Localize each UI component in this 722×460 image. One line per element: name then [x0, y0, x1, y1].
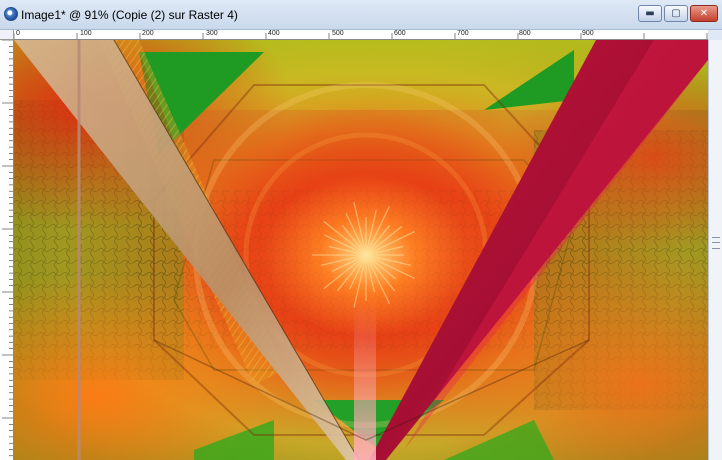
ruler-label-0: 0: [16, 30, 20, 37]
ruler-label-400: 400: [268, 30, 280, 37]
scroll-grip-icon[interactable]: [712, 237, 720, 249]
close-button[interactable]: ✕: [690, 5, 718, 22]
image-canvas[interactable]: [14, 40, 708, 460]
ruler-label-200: 200: [142, 30, 154, 37]
ruler-label-500: 500: [332, 30, 344, 37]
ruler-label-700: 700: [457, 30, 469, 37]
maximize-button[interactable]: ▢: [664, 5, 688, 22]
artwork: [14, 40, 708, 460]
minimize-icon: ▬: [645, 8, 655, 19]
ruler-label-100: 100: [80, 30, 92, 37]
window-controls: ▬ ▢ ✕: [638, 5, 718, 22]
ruler-label-800: 800: [519, 30, 531, 37]
ruler-label-300: 300: [206, 30, 218, 37]
minimize-button[interactable]: ▬: [638, 5, 662, 22]
ruler-label-900: 900: [582, 30, 594, 37]
ruler-top: 0 100 200 300 400 500 600 700 800 900: [14, 30, 708, 40]
maximize-icon: ▢: [671, 8, 681, 19]
close-icon: ✕: [699, 8, 709, 19]
ruler-corner: [0, 30, 14, 40]
ruler-left-ticks: [2, 40, 13, 457]
ruler-top-ticks: [14, 33, 708, 39]
vertical-scrollbar[interactable]: [708, 40, 722, 460]
ruler-left: [0, 40, 14, 460]
window-title: Image1* @ 91% (Copie (2) sur Raster 4): [21, 8, 238, 22]
ruler-label-600: 600: [394, 30, 406, 37]
app-icon[interactable]: [4, 7, 18, 21]
window-titlebar[interactable]: Image1* @ 91% (Copie (2) sur Raster 4) ▬…: [0, 0, 722, 30]
